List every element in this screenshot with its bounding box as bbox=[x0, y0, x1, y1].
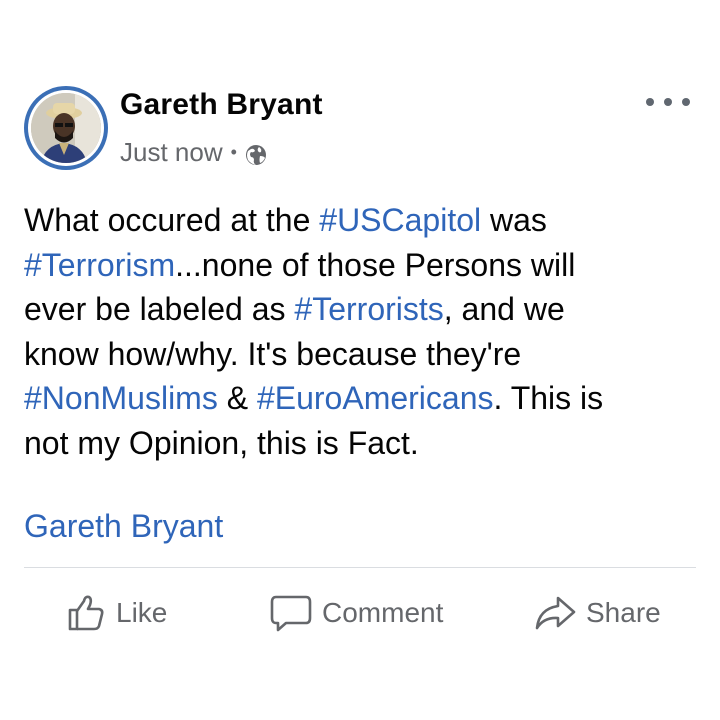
post-timestamp[interactable]: Just now bbox=[120, 137, 223, 168]
hashtag-link[interactable]: #EuroAmericans bbox=[257, 380, 494, 416]
share-button[interactable]: Share bbox=[534, 588, 661, 638]
post-text-segment: What occured at the bbox=[24, 202, 320, 238]
meta-separator: • bbox=[230, 142, 237, 162]
post-text-segment: not my Opinion, this is Fact. bbox=[24, 424, 419, 461]
facebook-post: Gareth Bryant Just now • What occured at… bbox=[0, 0, 720, 720]
author-avatar[interactable] bbox=[24, 86, 108, 170]
divider bbox=[24, 567, 696, 568]
hashtag-link[interactable]: #Terrorists bbox=[294, 291, 443, 327]
post-text-line: know how/why. It's because they're bbox=[24, 332, 696, 377]
globe-icon[interactable] bbox=[245, 142, 267, 165]
comment-button[interactable]: Comment bbox=[270, 588, 443, 638]
share-label: Share bbox=[586, 597, 661, 628]
more-dot bbox=[682, 98, 690, 106]
post-text-line: ever be labeled as #Terrorists, and we bbox=[24, 287, 696, 332]
post-text-line: What occured at the #USCapitol was bbox=[24, 198, 696, 243]
post-text-line: #Terrorism...none of those Persons will bbox=[24, 243, 696, 288]
hashtag-link[interactable]: #NonMuslims bbox=[24, 380, 218, 416]
like-label: Like bbox=[116, 597, 168, 628]
post-text-segment: , and we bbox=[443, 291, 565, 327]
comment-bubble-icon bbox=[270, 595, 312, 632]
post-text-line: not my Opinion, this is Fact. bbox=[24, 421, 696, 466]
post-text-segment: know how/why. It's because they're bbox=[24, 335, 522, 372]
author-name[interactable]: Gareth Bryant bbox=[120, 88, 323, 122]
avatar-ring bbox=[28, 90, 104, 166]
post-meta: Just now • bbox=[120, 137, 267, 168]
post-text-segment: ...none of those Persons will bbox=[175, 246, 576, 283]
more-dot bbox=[664, 98, 672, 106]
more-options-icon[interactable] bbox=[646, 92, 690, 112]
hashtag-link[interactable]: #USCapitol bbox=[319, 202, 481, 238]
post-text-line: #NonMuslims & #EuroAmericans. This is bbox=[24, 376, 696, 421]
avatar-photo bbox=[31, 93, 101, 163]
post-text-segment: ever be labeled as bbox=[24, 291, 295, 327]
comment-label: Comment bbox=[322, 597, 444, 628]
share-arrow-icon bbox=[535, 596, 576, 630]
signature-link[interactable]: Gareth Bryant bbox=[24, 508, 223, 545]
post-text-segment: was bbox=[481, 202, 547, 238]
avatar-portrait-icon bbox=[31, 93, 101, 163]
post-body: What occured at the #USCapitol was #Terro… bbox=[24, 198, 696, 465]
hashtag-link[interactable]: #Terrorism bbox=[24, 247, 175, 283]
like-button[interactable]: Like bbox=[66, 588, 167, 638]
thumbs-up-icon bbox=[68, 595, 104, 631]
post-text-segment: & bbox=[217, 380, 257, 416]
more-dot bbox=[646, 98, 654, 106]
post-text-segment: . This is bbox=[493, 380, 604, 416]
